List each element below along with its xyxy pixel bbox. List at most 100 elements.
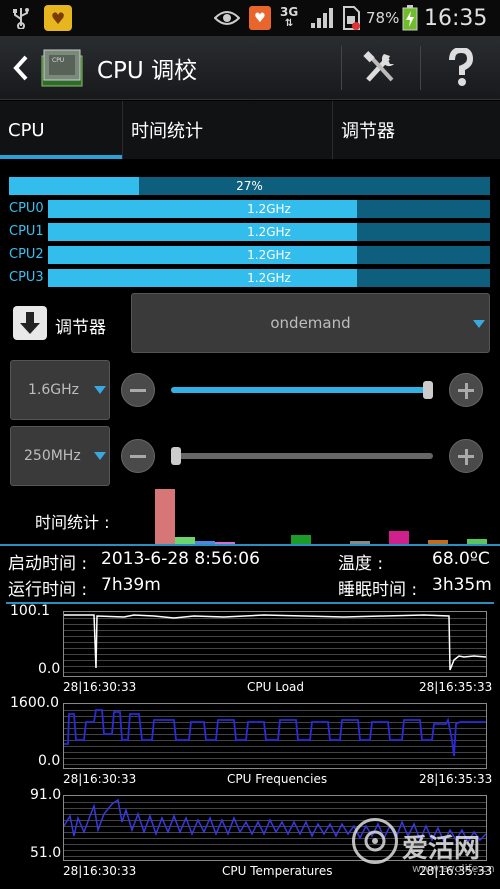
graph-y-max: 1600.0 — [10, 695, 59, 711]
min-freq-decrease-button[interactable] — [121, 439, 155, 473]
max-freq-dropdown[interactable]: 1.6GHz — [10, 360, 110, 420]
app-title: CPU 调校 — [97, 58, 198, 84]
minus-icon — [130, 389, 146, 392]
graph-x-end: 28|16:35:33 — [419, 680, 493, 694]
boot-time-label: 启动时间 : — [8, 554, 88, 574]
cpu-freq-label: 1.2GHz — [247, 271, 291, 285]
cpu-load-line — [64, 614, 486, 671]
cpu-freq-bar: 1.2GHz — [48, 269, 490, 287]
graph-x-end: 28|16:35:33 — [419, 772, 493, 786]
cpu-load-graph — [63, 611, 487, 677]
help-button[interactable] — [436, 46, 486, 90]
dropdown-arrow-icon — [94, 386, 106, 394]
usb-icon — [12, 0, 30, 36]
cpu-freq-label: 1.2GHz — [247, 225, 291, 239]
time-stats-bar — [389, 531, 409, 544]
tab-bar: CPU 时间统计 调节器 — [0, 101, 500, 159]
sim-alert-icon — [341, 0, 361, 36]
cpu-frequency-graph — [63, 703, 487, 769]
security-icon: ♥ — [249, 0, 271, 36]
min-freq-slider[interactable] — [171, 447, 433, 465]
max-freq-decrease-button[interactable] — [121, 373, 155, 407]
cpu-freq-bar: 1.2GHz — [48, 246, 490, 264]
graph-y-min: 0.0 — [38, 661, 61, 677]
battery-icon — [402, 0, 418, 36]
min-freq-value: 250MHz — [24, 448, 81, 464]
governor-label: 调节器 — [55, 318, 106, 338]
graph-x-start: 28|16:30:33 — [63, 772, 137, 786]
cpu-freq-label: 1.2GHz — [247, 248, 291, 262]
graph-y-min: 0.0 — [38, 753, 61, 769]
arrow-down-icon — [20, 312, 40, 334]
eye-icon — [214, 0, 240, 36]
action-bar: CPU CPU 调校 — [0, 36, 500, 100]
cpu-label: CPU2 — [9, 247, 44, 262]
cpu-freq-bar: 1.2GHz — [48, 223, 490, 241]
minus-icon — [130, 455, 146, 458]
cpu-freq-label: 1.2GHz — [247, 202, 291, 216]
uptime-value: 7h39m — [101, 575, 161, 595]
divider — [6, 602, 494, 604]
status-bar: ♥ ♥ 3G ⇅ 78% 16:35 — [0, 0, 500, 36]
watermark-url: www.evolife.cn — [412, 862, 495, 875]
battery-percent: 78% — [366, 9, 400, 27]
app-notification-icon: ♥ — [44, 0, 72, 36]
tools-icon — [363, 51, 394, 82]
graph-title: CPU Load — [247, 680, 304, 694]
clock: 16:35 — [424, 5, 488, 31]
cpu-label: CPU3 — [9, 270, 44, 285]
min-freq-increase-button[interactable] — [449, 439, 483, 473]
time-stats-bar — [155, 489, 175, 544]
slider-thumb[interactable] — [171, 447, 181, 465]
temperature-label: 温度 : — [338, 554, 384, 574]
graph-y-max: 91.0 — [30, 787, 62, 803]
uptime-label: 运行时间 : — [8, 580, 88, 600]
sleep-time-value: 3h35m — [432, 575, 492, 595]
load-bar-label: 27% — [236, 179, 263, 193]
tools-button[interactable] — [352, 46, 408, 90]
time-stats-label: 时间统计 : — [35, 513, 110, 532]
temperature-value: 68.0ºC — [432, 549, 490, 569]
action-divider — [341, 46, 342, 90]
divider — [0, 544, 500, 546]
tab-governor[interactable]: 调节器 — [333, 101, 500, 159]
network-type: 3G ⇅ — [280, 5, 299, 29]
time-stats-bar — [175, 537, 195, 544]
back-button[interactable] — [6, 50, 36, 86]
sleep-time-label: 睡眠时间 : — [338, 580, 418, 600]
max-freq-slider[interactable] — [171, 381, 433, 399]
graph-x-start: 28|16:30:33 — [63, 680, 137, 694]
watermark-logo-icon — [352, 818, 398, 864]
boot-time-value: 2013-6-28 8:56:06 — [101, 549, 260, 569]
max-freq-value: 1.6GHz — [28, 382, 79, 398]
watermark-text: 爱活网 — [402, 834, 481, 864]
dropdown-arrow-icon — [473, 320, 485, 328]
graph-x-start: 28|16:30:33 — [63, 864, 137, 878]
svg-text:CPU: CPU — [52, 57, 64, 64]
tab-cpu[interactable]: CPU — [0, 101, 123, 159]
graph-title: CPU Frequencies — [227, 772, 328, 786]
cpu-label: CPU0 — [9, 201, 44, 216]
slider-fill — [171, 387, 433, 393]
tab-label: CPU — [8, 119, 45, 141]
signal-icon — [310, 0, 334, 36]
graph-y-max: 100.1 — [10, 603, 51, 619]
tab-label: 时间统计 — [131, 121, 203, 142]
min-freq-dropdown[interactable]: 250MHz — [10, 426, 110, 486]
slider-thumb[interactable] — [423, 381, 433, 399]
cpu-frequency-line — [64, 709, 486, 757]
dropdown-arrow-icon — [94, 452, 106, 460]
graph-y-min: 51.0 — [30, 845, 62, 861]
action-divider — [420, 46, 421, 90]
tab-time-stats[interactable]: 时间统计 — [123, 101, 333, 159]
max-freq-increase-button[interactable] — [449, 373, 483, 407]
governor-value: ondemand — [270, 314, 351, 332]
cpu-chip-icon: CPU — [40, 48, 84, 88]
tab-selected-indicator — [0, 155, 122, 159]
governor-dropdown[interactable]: ondemand — [131, 293, 490, 353]
apply-on-boot-button[interactable] — [13, 306, 47, 340]
help-icon — [449, 48, 474, 86]
cpu-freq-bar: 1.2GHz — [48, 200, 490, 218]
time-stats-bar — [291, 535, 311, 544]
graph-title: CPU Temperatures — [222, 864, 333, 878]
